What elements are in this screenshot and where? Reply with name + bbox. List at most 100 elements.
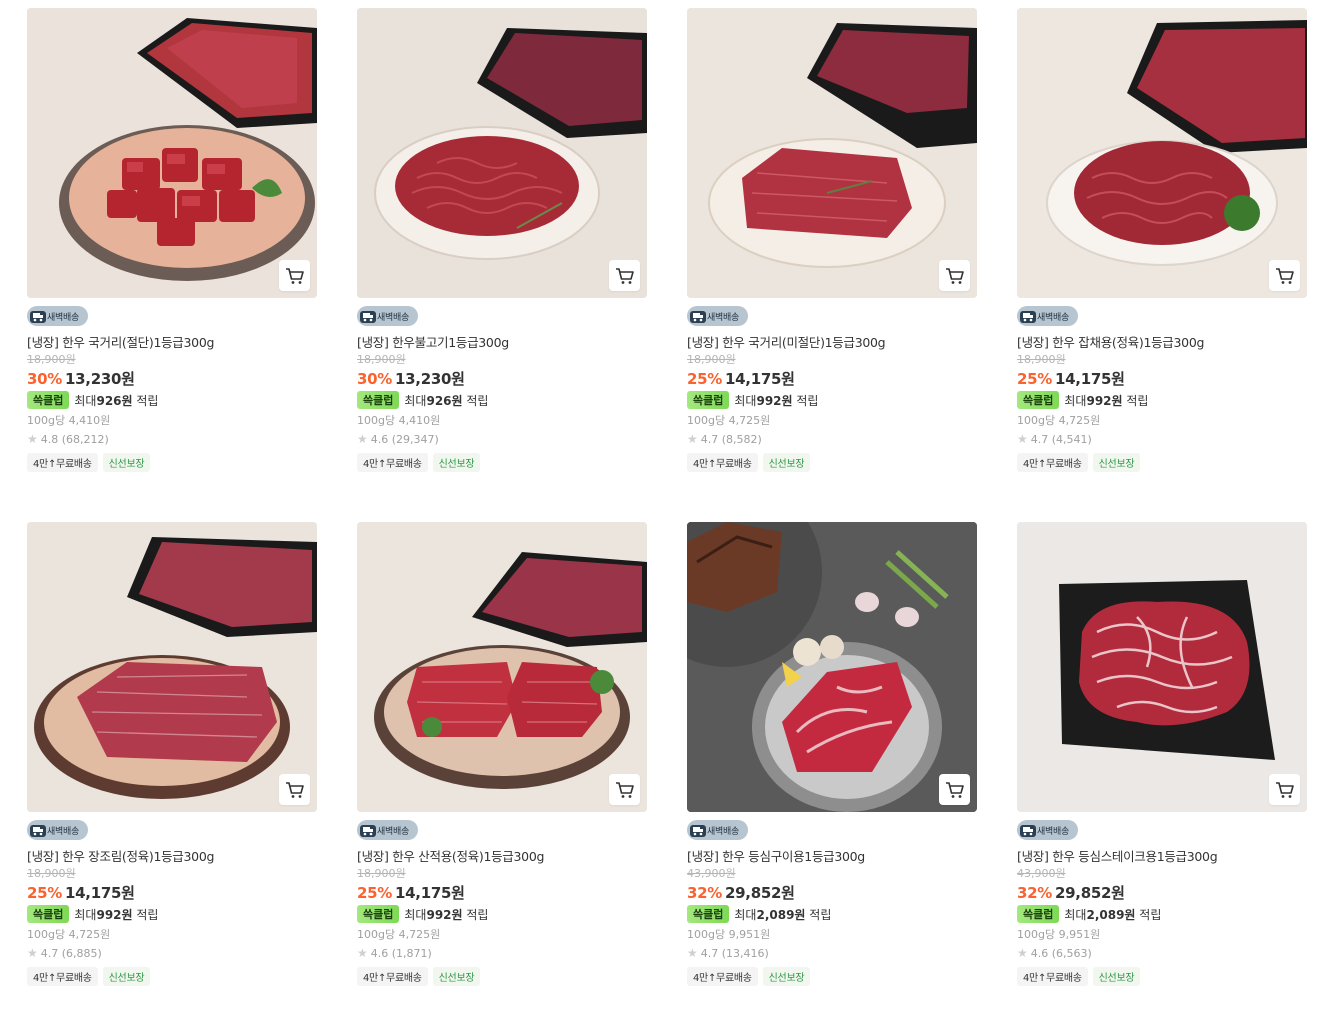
club-prefix: 최대 [734,907,757,922]
rating-row: ★ 4.7 (4,541) [1017,430,1307,448]
star-icon: ★ [1017,946,1028,960]
club-amount: 992원 [756,393,793,408]
price-row: 25% 14,175원 [357,882,647,903]
rating-value: 4.7 [40,946,59,960]
price-row: 32% 29,852원 [1017,882,1307,903]
sale-price: 14,175원 [1055,370,1125,388]
original-price: 43,900원 [687,867,736,880]
rating-row: ★ 4.6 (6,563) [1017,944,1307,962]
price-row: 25% 14,175원 [1017,368,1307,389]
add-to-cart-button[interactable] [1269,774,1300,805]
product-grid: 새벽배송 [냉장] 한우 국거리(절단)1등급300g 18,900원 30% 1… [27,8,1307,1036]
sale-price: 14,175원 [725,370,795,388]
product-card[interactable]: 새벽배송 [냉장] 한우 국거리(절단)1등급300g 18,900원 30% 1… [27,8,317,522]
club-prefix: 최대 [404,393,427,408]
rating-value: 4.7 [1030,432,1049,446]
sanjeok-beef-image [357,522,647,812]
review-count: (1,871) [391,946,432,960]
free-shipping-tag: 4만↑무료배송 [1017,453,1088,472]
product-image[interactable] [357,522,647,812]
fresh-guarantee-tag: 신선보장 [1092,453,1141,472]
product-name[interactable]: [냉장] 한우불고기1등급300g [357,332,647,350]
free-shipping-tag: 4만↑무료배송 [687,967,758,986]
rating-row: ★ 4.7 (13,416) [687,944,977,962]
product-name[interactable]: [냉장] 한우 잡채용(정육)1등급300g [1017,332,1307,350]
product-name[interactable]: [냉장] 한우 장조림(정육)1등급300g [27,846,317,864]
club-suffix: 적립 [136,907,159,922]
add-to-cart-button[interactable] [609,774,640,805]
add-to-cart-button[interactable] [279,774,310,805]
product-image[interactable] [27,522,317,812]
sirloin-grill-image [687,522,977,812]
free-shipping-tag: 4만↑무료배송 [357,967,428,986]
product-card[interactable]: 새벽배송 [냉장] 한우 잡채용(정육)1등급300g 18,900원 25% 1… [1017,8,1307,522]
club-amount: 992원 [1086,393,1123,408]
original-price: 18,900원 [357,353,406,366]
dawn-delivery-label: 새벽배송 [47,826,79,837]
sale-price: 13,230원 [65,370,135,388]
tag-list: 4만↑무료배송 신선보장 [357,453,647,472]
review-count: (13,416) [721,946,769,960]
add-to-cart-button[interactable] [609,260,640,291]
dawn-delivery-badge: 새벽배송 [27,306,88,326]
product-name[interactable]: [냉장] 한우 국거리(미절단)1등급300g [687,332,977,350]
product-card[interactable]: 새벽배송 [냉장] 한우 국거리(미절단)1등급300g 18,900원 25%… [687,8,977,522]
club-suffix: 적립 [1126,393,1149,408]
product-name[interactable]: [냉장] 한우 산적용(정육)1등급300g [357,846,647,864]
product-card[interactable]: 새벽배송 [냉장] 한우 등심스테이크용1등급300g 43,900원 32% 2… [1017,522,1307,1036]
product-name[interactable]: [냉장] 한우 등심구이용1등급300g [687,846,977,864]
dawn-delivery-badge: 새벽배송 [687,820,748,840]
fresh-guarantee-tag: 신선보장 [1092,967,1141,986]
rating-value: 4.6 [1030,946,1049,960]
unit-price: 100g당 4,725원 [27,928,111,941]
product-card[interactable]: 새벽배송 [냉장] 한우 등심구이용1등급300g 43,900원 32% 29,… [687,522,977,1036]
fresh-guarantee-tag: 신선보장 [762,967,811,986]
dawn-delivery-badge: 새벽배송 [357,306,418,326]
free-shipping-tag: 4만↑무료배송 [27,967,98,986]
club-reward-row: 쓱클럽 최대 926원 적립 [357,390,647,410]
fresh-guarantee-tag: 신선보장 [432,967,481,986]
club-prefix: 최대 [74,393,97,408]
discount-rate: 25% [27,884,63,902]
product-image[interactable] [1017,522,1307,812]
add-to-cart-button[interactable] [939,774,970,805]
rating-value: 4.6 [370,946,389,960]
tag-list: 4만↑무료배송 신선보장 [27,967,317,986]
add-to-cart-button[interactable] [1269,260,1300,291]
product-card[interactable]: 새벽배송 [냉장] 한우불고기1등급300g 18,900원 30% 13,230… [357,8,647,522]
rating-value: 4.6 [370,432,389,446]
original-price: 18,900원 [27,867,76,880]
add-to-cart-button[interactable] [279,260,310,291]
sale-price: 14,175원 [65,884,135,902]
product-image[interactable] [687,8,977,298]
product-card[interactable]: 새벽배송 [냉장] 한우 산적용(정육)1등급300g 18,900원 25% 1… [357,522,647,1036]
cart-icon [285,781,304,798]
truck-icon [1020,311,1036,323]
add-to-cart-button[interactable] [939,260,970,291]
rating-value: 4.8 [40,432,59,446]
original-price: 18,900원 [357,867,406,880]
jangjorim-beef-image [27,522,317,812]
product-name[interactable]: [냉장] 한우 등심스테이크용1등급300g [1017,846,1307,864]
cart-icon [945,267,964,284]
rating-row: ★ 4.7 (6,885) [27,944,317,962]
club-suffix: 적립 [796,393,819,408]
product-name[interactable]: [냉장] 한우 국거리(절단)1등급300g [27,332,317,350]
club-badge: 쓱클럽 [687,391,730,409]
club-amount: 926원 [426,393,463,408]
dawn-delivery-label: 새벽배송 [707,312,739,323]
product-image[interactable] [27,8,317,298]
product-image[interactable] [1017,8,1307,298]
club-reward-row: 쓱클럽 최대 992원 적립 [357,904,647,924]
truck-icon [1020,825,1036,837]
product-image[interactable] [687,522,977,812]
product-card[interactable]: 새벽배송 [냉장] 한우 장조림(정육)1등급300g 18,900원 25% 1… [27,522,317,1036]
discount-rate: 30% [27,370,63,388]
club-prefix: 최대 [1064,393,1087,408]
original-price: 18,900원 [27,353,76,366]
cart-icon [1275,781,1294,798]
free-shipping-tag: 4만↑무료배송 [1017,967,1088,986]
tag-list: 4만↑무료배송 신선보장 [27,453,317,472]
cart-icon [945,781,964,798]
product-image[interactable] [357,8,647,298]
